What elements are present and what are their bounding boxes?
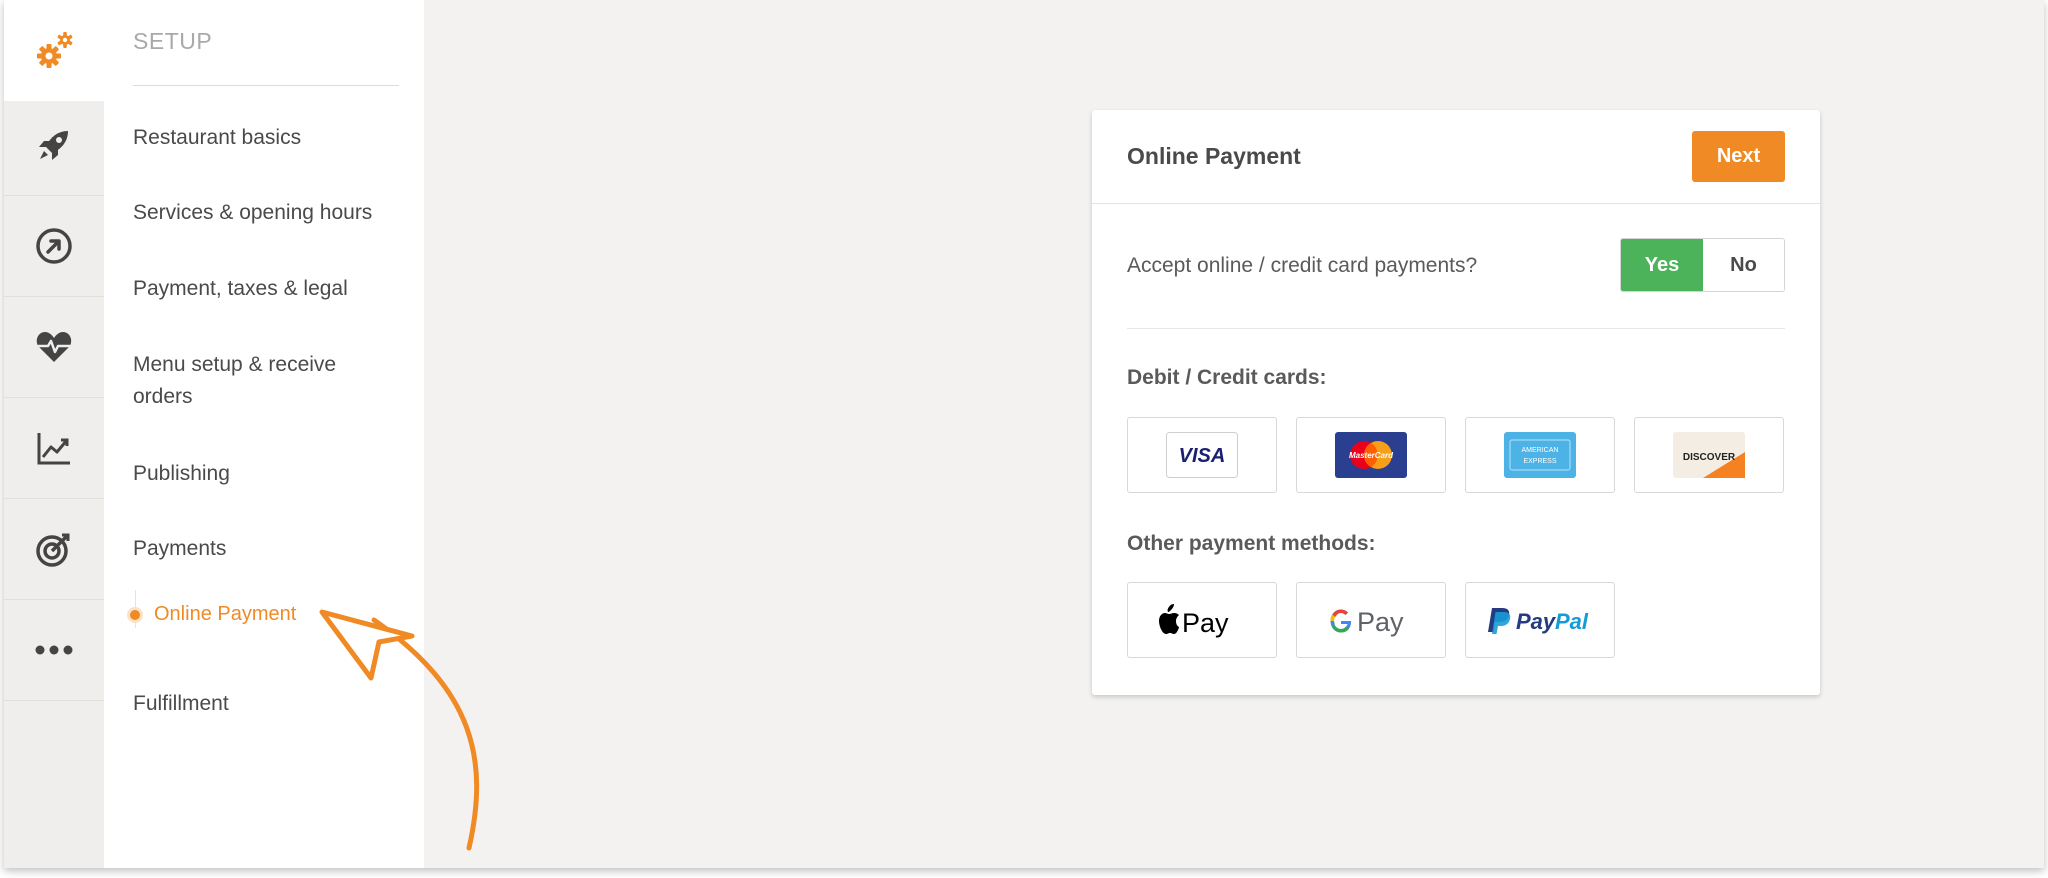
annotation-arrow bbox=[319, 609, 480, 851]
app-frame: SETUP Restaurant basics Services & openi… bbox=[4, 0, 2044, 868]
